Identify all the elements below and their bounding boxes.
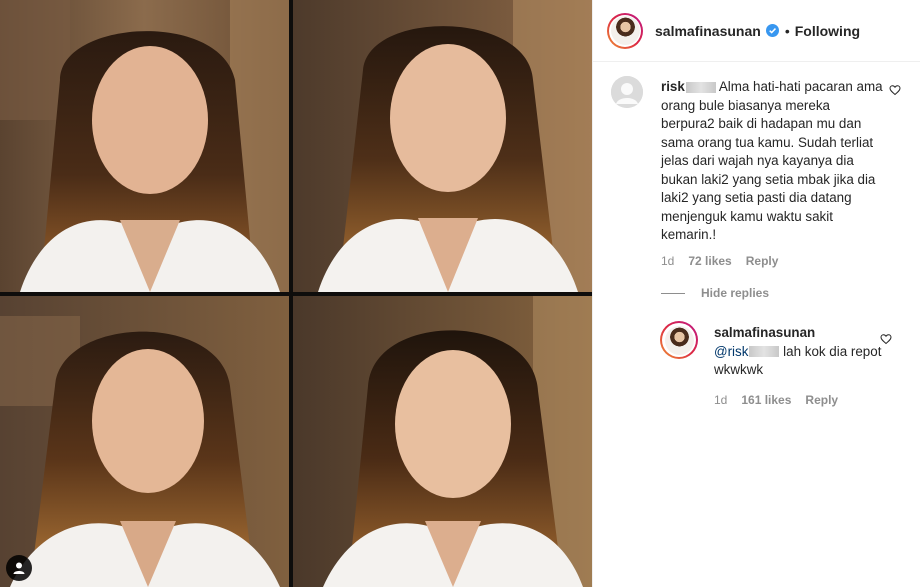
reply-meta: 1d 161 likes Reply — [714, 393, 838, 407]
author-username[interactable]: salmafinasunan — [655, 23, 761, 39]
comment-text: Alma hati-hati pacaran ama orang bule bi… — [661, 79, 883, 242]
hide-replies-label: Hide replies — [701, 286, 770, 300]
default-avatar-icon — [611, 76, 643, 108]
commenter-username[interactable]: risk — [661, 79, 685, 94]
user-tag-icon — [13, 562, 25, 574]
heart-outline-icon[interactable] — [889, 84, 901, 96]
verified-badge-icon — [765, 24, 779, 37]
comment-likes[interactable]: 72 likes — [688, 254, 731, 268]
redacted-username-part — [685, 81, 716, 93]
comments-panel: salmafinasunan • Following risk Alma hat… — [592, 0, 920, 587]
photo-tile-2 — [293, 0, 592, 292]
reply-time[interactable]: 1d — [714, 393, 727, 407]
user-tag-button[interactable] — [6, 555, 32, 581]
reply-reply-button[interactable]: Reply — [805, 393, 838, 407]
photo-tile-4 — [293, 296, 592, 587]
redacted-mention-part — [749, 346, 780, 358]
comment-meta: 1d 72 likes Reply — [661, 254, 778, 268]
commenter-avatar[interactable] — [611, 76, 643, 108]
following-button[interactable]: Following — [795, 23, 860, 39]
hide-replies-line — [661, 292, 685, 294]
photo-tile-3 — [0, 296, 289, 587]
reply-mention[interactable]: @risk — [714, 344, 748, 359]
heart-outline-icon[interactable] — [880, 333, 892, 345]
hide-replies-button[interactable]: Hide replies — [661, 286, 769, 300]
post-media[interactable] — [0, 0, 592, 587]
reply-username[interactable]: salmafinasunan — [714, 325, 815, 340]
comment-time[interactable]: 1d — [661, 254, 674, 268]
post-header: salmafinasunan • Following — [593, 0, 920, 62]
comment-reply-button[interactable]: Reply — [746, 254, 779, 268]
separator-dot: • — [784, 22, 790, 39]
reply-likes[interactable]: 161 likes — [741, 393, 791, 407]
author-avatar[interactable] — [607, 12, 643, 49]
reply-body: salmafinasunan @risk lah kok dia repot w… — [714, 324, 882, 380]
reply-author-avatar[interactable] — [660, 321, 698, 359]
photo-tile-1 — [0, 0, 289, 292]
comment-body: risk Alma hati-hati pacaran ama orang bu… — [661, 78, 887, 245]
